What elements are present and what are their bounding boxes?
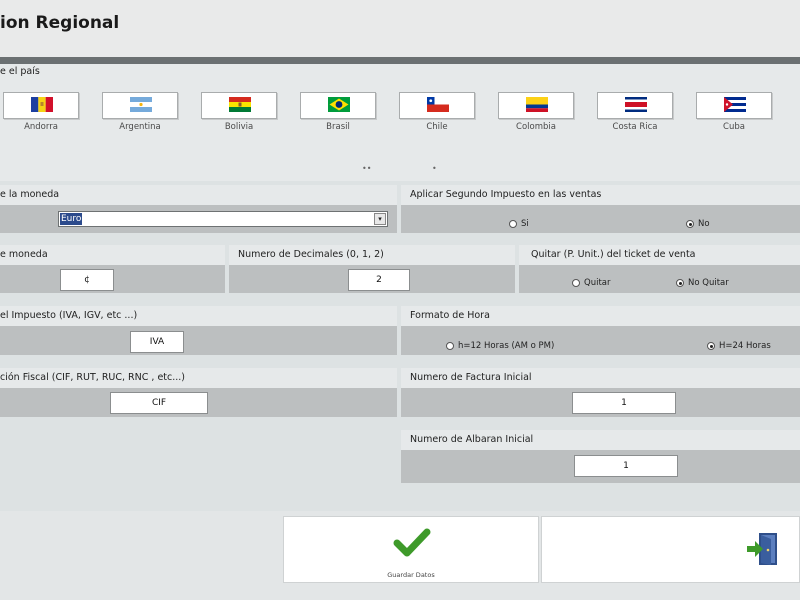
country-button-cuba[interactable] [696,92,772,119]
tax-name-panel [0,326,397,355]
checkmark-icon [393,528,431,557]
radio-dot [446,342,454,350]
time-format-radio-24h[interactable]: H=24 Horas [707,341,771,351]
country-name-chile: Chile [426,122,448,132]
radio-dot-selected [686,220,694,228]
andorra-flag-icon [31,97,53,112]
time-format-option-24h: H=24 Horas [719,341,771,351]
radio-dot [509,220,517,228]
country-button-bolivia[interactable] [201,92,277,119]
currency-selected-value: Euro [60,213,83,225]
country-button-argentina[interactable] [102,92,178,119]
currency-symbol-label: e moneda [0,249,48,260]
currency-label: e la moneda [0,189,60,200]
second-tax-radio-si[interactable]: Si [509,219,529,229]
exit-door-icon [747,533,777,565]
chile-flag-icon [427,97,449,112]
window-titlebar: ion Regional [0,0,800,57]
window-title: ion Regional [0,13,120,33]
country-name-cuba: Cuba [723,122,745,132]
exit-button[interactable] [541,516,800,583]
ticket-price-radio-no-quitar[interactable]: No Quitar [676,278,729,288]
currency-panel-header: e la moneda [0,185,397,205]
time-format-radio-12h[interactable]: h=12 Horas (AM o PM) [446,341,554,351]
costa-rica-flag-icon [625,97,647,112]
fiscal-id-input[interactable]: CIF [110,392,208,414]
ticket-price-panel-header: Quitar (P. Unit.) del ticket de venta [519,245,800,265]
decimals-panel-header: Numero de Decimales (0, 1, 2) [229,245,515,265]
delivery-start-label: Numero de Albaran Inicial [410,434,534,445]
country-button-andorra[interactable] [3,92,79,119]
currency-symbol-input[interactable]: ¢ [60,269,114,291]
country-button-costa-rica[interactable] [597,92,673,119]
second-tax-option-no: No [698,219,710,229]
second-tax-radio-no[interactable]: No [686,219,710,229]
country-button-chile[interactable] [399,92,475,119]
page-indicator-2[interactable]: • [432,164,437,173]
invoice-start-input[interactable]: 1 [572,392,676,414]
colombia-flag-icon [526,97,548,112]
country-name-bolivia: Bolivia [224,122,254,132]
time-format-option-12h: h=12 Horas (AM o PM) [458,341,555,351]
radio-dot-selected [707,342,715,350]
tax-name-panel-header: el Impuesto (IVA, IGV, etc ...) [0,306,397,326]
ticket-price-option-no-quitar: No Quitar [688,278,729,288]
country-name-argentina: Argentina [119,122,161,132]
decimals-input[interactable]: 2 [348,269,410,291]
title-divider [0,57,800,64]
tax-name-label: el Impuesto (IVA, IGV, etc ...) [0,310,138,321]
currency-select[interactable]: Euro ▾ [58,211,388,227]
country-section-label: e el país [0,66,40,77]
radio-dot-selected [676,279,684,287]
ticket-price-label: Quitar (P. Unit.) del ticket de venta [531,249,696,260]
page-indicator[interactable]: •• [362,164,371,173]
ticket-price-panel [519,265,800,293]
bolivia-flag-icon [229,97,251,112]
country-name-brasil: Brasil [326,122,350,132]
time-format-panel-header: Formato de Hora [401,306,800,326]
cuba-flag-icon [724,97,746,112]
second-tax-panel-header: Aplicar Segundo Impuesto en las ventas [401,185,800,205]
save-button-label: Guardar Datos [387,571,435,579]
save-button[interactable]: Guardar Datos [283,516,539,583]
argentina-flag-icon [130,97,152,112]
country-name-colombia: Colombia [516,122,556,132]
time-format-label: Formato de Hora [410,310,490,321]
second-tax-label: Aplicar Segundo Impuesto en las ventas [410,189,602,200]
fiscal-id-label: ción Fiscal (CIF, RUT, RUC, RNC , etc...… [0,372,186,383]
second-tax-panel [401,205,800,233]
decimals-label: Numero de Decimales (0, 1, 2) [238,249,384,260]
invoice-start-label: Numero de Factura Inicial [410,372,532,383]
delivery-start-input[interactable]: 1 [574,455,678,477]
currency-symbol-panel-header: e moneda [0,245,225,265]
chevron-down-icon[interactable]: ▾ [374,213,386,225]
country-button-colombia[interactable] [498,92,574,119]
tax-name-input[interactable]: IVA [130,331,184,353]
ticket-price-option-quitar: Quitar [584,278,611,288]
country-name-costa-rica: Costa Rica [612,122,658,132]
country-button-brasil[interactable] [300,92,376,119]
country-name-andorra: Andorra [24,122,58,132]
brasil-flag-icon [328,97,350,112]
radio-dot [572,279,580,287]
ticket-price-radio-quitar[interactable]: Quitar [572,278,610,288]
second-tax-option-si: Si [521,219,529,229]
delivery-start-panel-header: Numero de Albaran Inicial [401,430,800,450]
invoice-start-panel-header: Numero de Factura Inicial [401,368,800,388]
fiscal-id-panel-header: ción Fiscal (CIF, RUT, RUC, RNC , etc...… [0,368,397,388]
